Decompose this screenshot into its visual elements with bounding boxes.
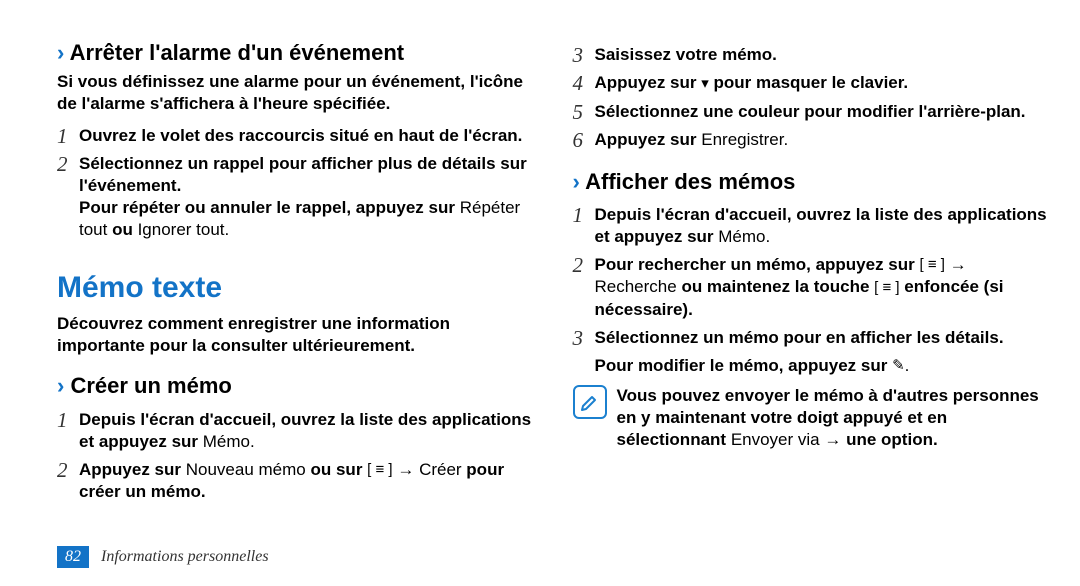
arrow-icon: → bbox=[393, 460, 419, 479]
footer-section-label: Informations personnelles bbox=[101, 548, 269, 566]
step-content: Depuis l'écran d'accueil, ouvrez la list… bbox=[595, 204, 1049, 248]
step-text: Nouveau mémo bbox=[186, 460, 306, 479]
intro-text: Si vous définissez une alarme pour un év… bbox=[57, 71, 533, 115]
list-item: 2 Sélectionnez un rappel pour afficher p… bbox=[57, 153, 533, 241]
note-text: Vous pouvez envoyer le mémo à d'autres p… bbox=[617, 385, 1049, 451]
step-text: Depuis l'écran d'accueil, ouvrez la list… bbox=[79, 410, 531, 451]
note-block: Vous pouvez envoyer le mémo à d'autres p… bbox=[573, 385, 1049, 451]
step-text: Appuyez sur bbox=[595, 73, 702, 92]
step-number: 3 bbox=[573, 44, 587, 66]
list-item: 3 Sélectionnez un mémo pour en afficher … bbox=[573, 327, 1049, 349]
list-item: 3 Saisissez votre mémo. bbox=[573, 44, 1049, 66]
step-number: 1 bbox=[573, 204, 587, 248]
step-number: 5 bbox=[573, 101, 587, 123]
step-number bbox=[573, 355, 587, 378]
left-column: › Arrêter l'alarme d'un événement Si vou… bbox=[57, 40, 533, 568]
list-item: 1 Depuis l'écran d'accueil, ouvrez la li… bbox=[573, 204, 1049, 248]
step-text: . bbox=[225, 220, 230, 239]
step-number: 2 bbox=[57, 153, 71, 241]
list-item: 6 Appuyez sur Enregistrer. bbox=[573, 129, 1049, 151]
step-text: . bbox=[905, 356, 910, 375]
step-content: Sélectionnez un rappel pour afficher plu… bbox=[79, 153, 533, 241]
step-text: Appuyez sur bbox=[79, 460, 186, 479]
create-memo-steps-cont: 3 Saisissez votre mémo. 4 Appuyez sur ▾ … bbox=[573, 44, 1049, 151]
hide-keyboard-icon: ▾ bbox=[701, 73, 709, 95]
step-content: Pour modifier le mémo, appuyez sur ✎. bbox=[595, 355, 1049, 378]
menu-icon: [ ≡ ] bbox=[367, 459, 392, 481]
arrow-icon: → bbox=[820, 430, 846, 449]
note-text-part: Envoyer via bbox=[731, 430, 820, 449]
step-content: Ouvrez le volet des raccourcis situé en … bbox=[79, 125, 533, 147]
step-number: 3 bbox=[573, 327, 587, 349]
note-icon bbox=[573, 385, 607, 419]
chevron-icon: › bbox=[573, 169, 580, 194]
menu-icon: [ ≡ ] bbox=[919, 254, 944, 276]
heading-memo: Mémo texte bbox=[57, 271, 533, 305]
step-content: Depuis l'écran d'accueil, ouvrez la list… bbox=[79, 409, 533, 453]
step-content: Appuyez sur Nouveau mémo ou sur [ ≡ ] → … bbox=[79, 459, 533, 504]
list-item: 4 Appuyez sur ▾ pour masquer le clavier. bbox=[573, 72, 1049, 95]
heading-text: Afficher des mémos bbox=[585, 169, 795, 194]
step-number: 2 bbox=[57, 459, 71, 504]
memo-intro: Découvrez comment enregistrer une inform… bbox=[57, 313, 533, 357]
heading-text: Arrêter l'alarme d'un événement bbox=[70, 40, 404, 65]
step-text: ou sur bbox=[306, 460, 367, 479]
chevron-icon: › bbox=[57, 373, 64, 398]
step-text: . bbox=[766, 227, 771, 246]
step-text: . bbox=[250, 432, 255, 451]
page: › Arrêter l'alarme d'un événement Si vou… bbox=[0, 0, 1080, 586]
page-footer: 82 Informations personnelles bbox=[57, 546, 269, 568]
step-text: Sélectionnez un rappel pour afficher plu… bbox=[79, 154, 527, 195]
step-text: Pour répéter ou annuler le rappel, appuy… bbox=[79, 198, 460, 217]
step-text: Mémo bbox=[718, 227, 765, 246]
list-item: 1 Depuis l'écran d'accueil, ouvrez la li… bbox=[57, 409, 533, 453]
page-number: 82 bbox=[57, 546, 89, 568]
list-item: 2 Pour rechercher un mémo, appuyez sur [… bbox=[573, 254, 1049, 321]
step-number: 2 bbox=[573, 254, 587, 321]
step-text: Pour modifier le mémo, appuyez sur bbox=[595, 356, 893, 375]
step-text: Appuyez sur bbox=[595, 130, 702, 149]
list-item: Pour modifier le mémo, appuyez sur ✎. bbox=[573, 355, 1049, 378]
create-memo-steps: 1 Depuis l'écran d'accueil, ouvrez la li… bbox=[57, 409, 533, 504]
right-column: 3 Saisissez votre mémo. 4 Appuyez sur ▾ … bbox=[573, 40, 1049, 568]
list-item: 2 Appuyez sur Nouveau mémo ou sur [ ≡ ] … bbox=[57, 459, 533, 504]
step-text: Depuis l'écran d'accueil, ouvrez la list… bbox=[595, 205, 1047, 246]
step-content: Appuyez sur ▾ pour masquer le clavier. bbox=[595, 72, 1049, 95]
heading-text: Créer un mémo bbox=[70, 373, 231, 398]
step-text: Enregistrer bbox=[701, 130, 783, 149]
step-text: Recherche bbox=[595, 277, 677, 296]
step-number: 4 bbox=[573, 72, 587, 95]
step-content: Sélectionnez un mémo pour en afficher le… bbox=[595, 327, 1049, 349]
step-text: ou maintenez la touche bbox=[677, 277, 874, 296]
step-content: Pour rechercher un mémo, appuyez sur [ ≡… bbox=[595, 254, 1049, 321]
step-text: Créer bbox=[419, 460, 462, 479]
list-item: 1 Ouvrez le volet des raccourcis situé e… bbox=[57, 125, 533, 147]
menu-icon: [ ≡ ] bbox=[874, 277, 899, 299]
edit-icon: ✎ bbox=[892, 355, 905, 377]
step-text: Ignorer tout bbox=[138, 220, 225, 239]
step-text: Mémo bbox=[203, 432, 250, 451]
show-memos-steps: 1 Depuis l'écran d'accueil, ouvrez la li… bbox=[573, 204, 1049, 378]
step-number: 1 bbox=[57, 409, 71, 453]
step-text: ou bbox=[107, 220, 137, 239]
step-content: Appuyez sur Enregistrer. bbox=[595, 129, 1049, 151]
arrow-icon: → bbox=[945, 255, 967, 274]
heading-show-memos: › Afficher des mémos bbox=[573, 169, 1049, 195]
step-content: Sélectionnez une couleur pour modifier l… bbox=[595, 101, 1049, 123]
step-number: 6 bbox=[573, 129, 587, 151]
step-text: . bbox=[783, 130, 788, 149]
step-text: pour masquer le clavier. bbox=[709, 73, 908, 92]
stop-alarm-steps: 1 Ouvrez le volet des raccourcis situé e… bbox=[57, 125, 533, 241]
step-number: 1 bbox=[57, 125, 71, 147]
step-content: Saisissez votre mémo. bbox=[595, 44, 1049, 66]
step-text: Pour rechercher un mémo, appuyez sur bbox=[595, 255, 920, 274]
heading-create-memo: › Créer un mémo bbox=[57, 373, 533, 399]
step-text: Ouvrez le volet des raccourcis situé en … bbox=[79, 126, 522, 145]
chevron-icon: › bbox=[57, 40, 64, 65]
heading-stop-alarm: › Arrêter l'alarme d'un événement bbox=[57, 40, 533, 66]
list-item: 5 Sélectionnez une couleur pour modifier… bbox=[573, 101, 1049, 123]
note-text-part: une option. bbox=[846, 430, 938, 449]
